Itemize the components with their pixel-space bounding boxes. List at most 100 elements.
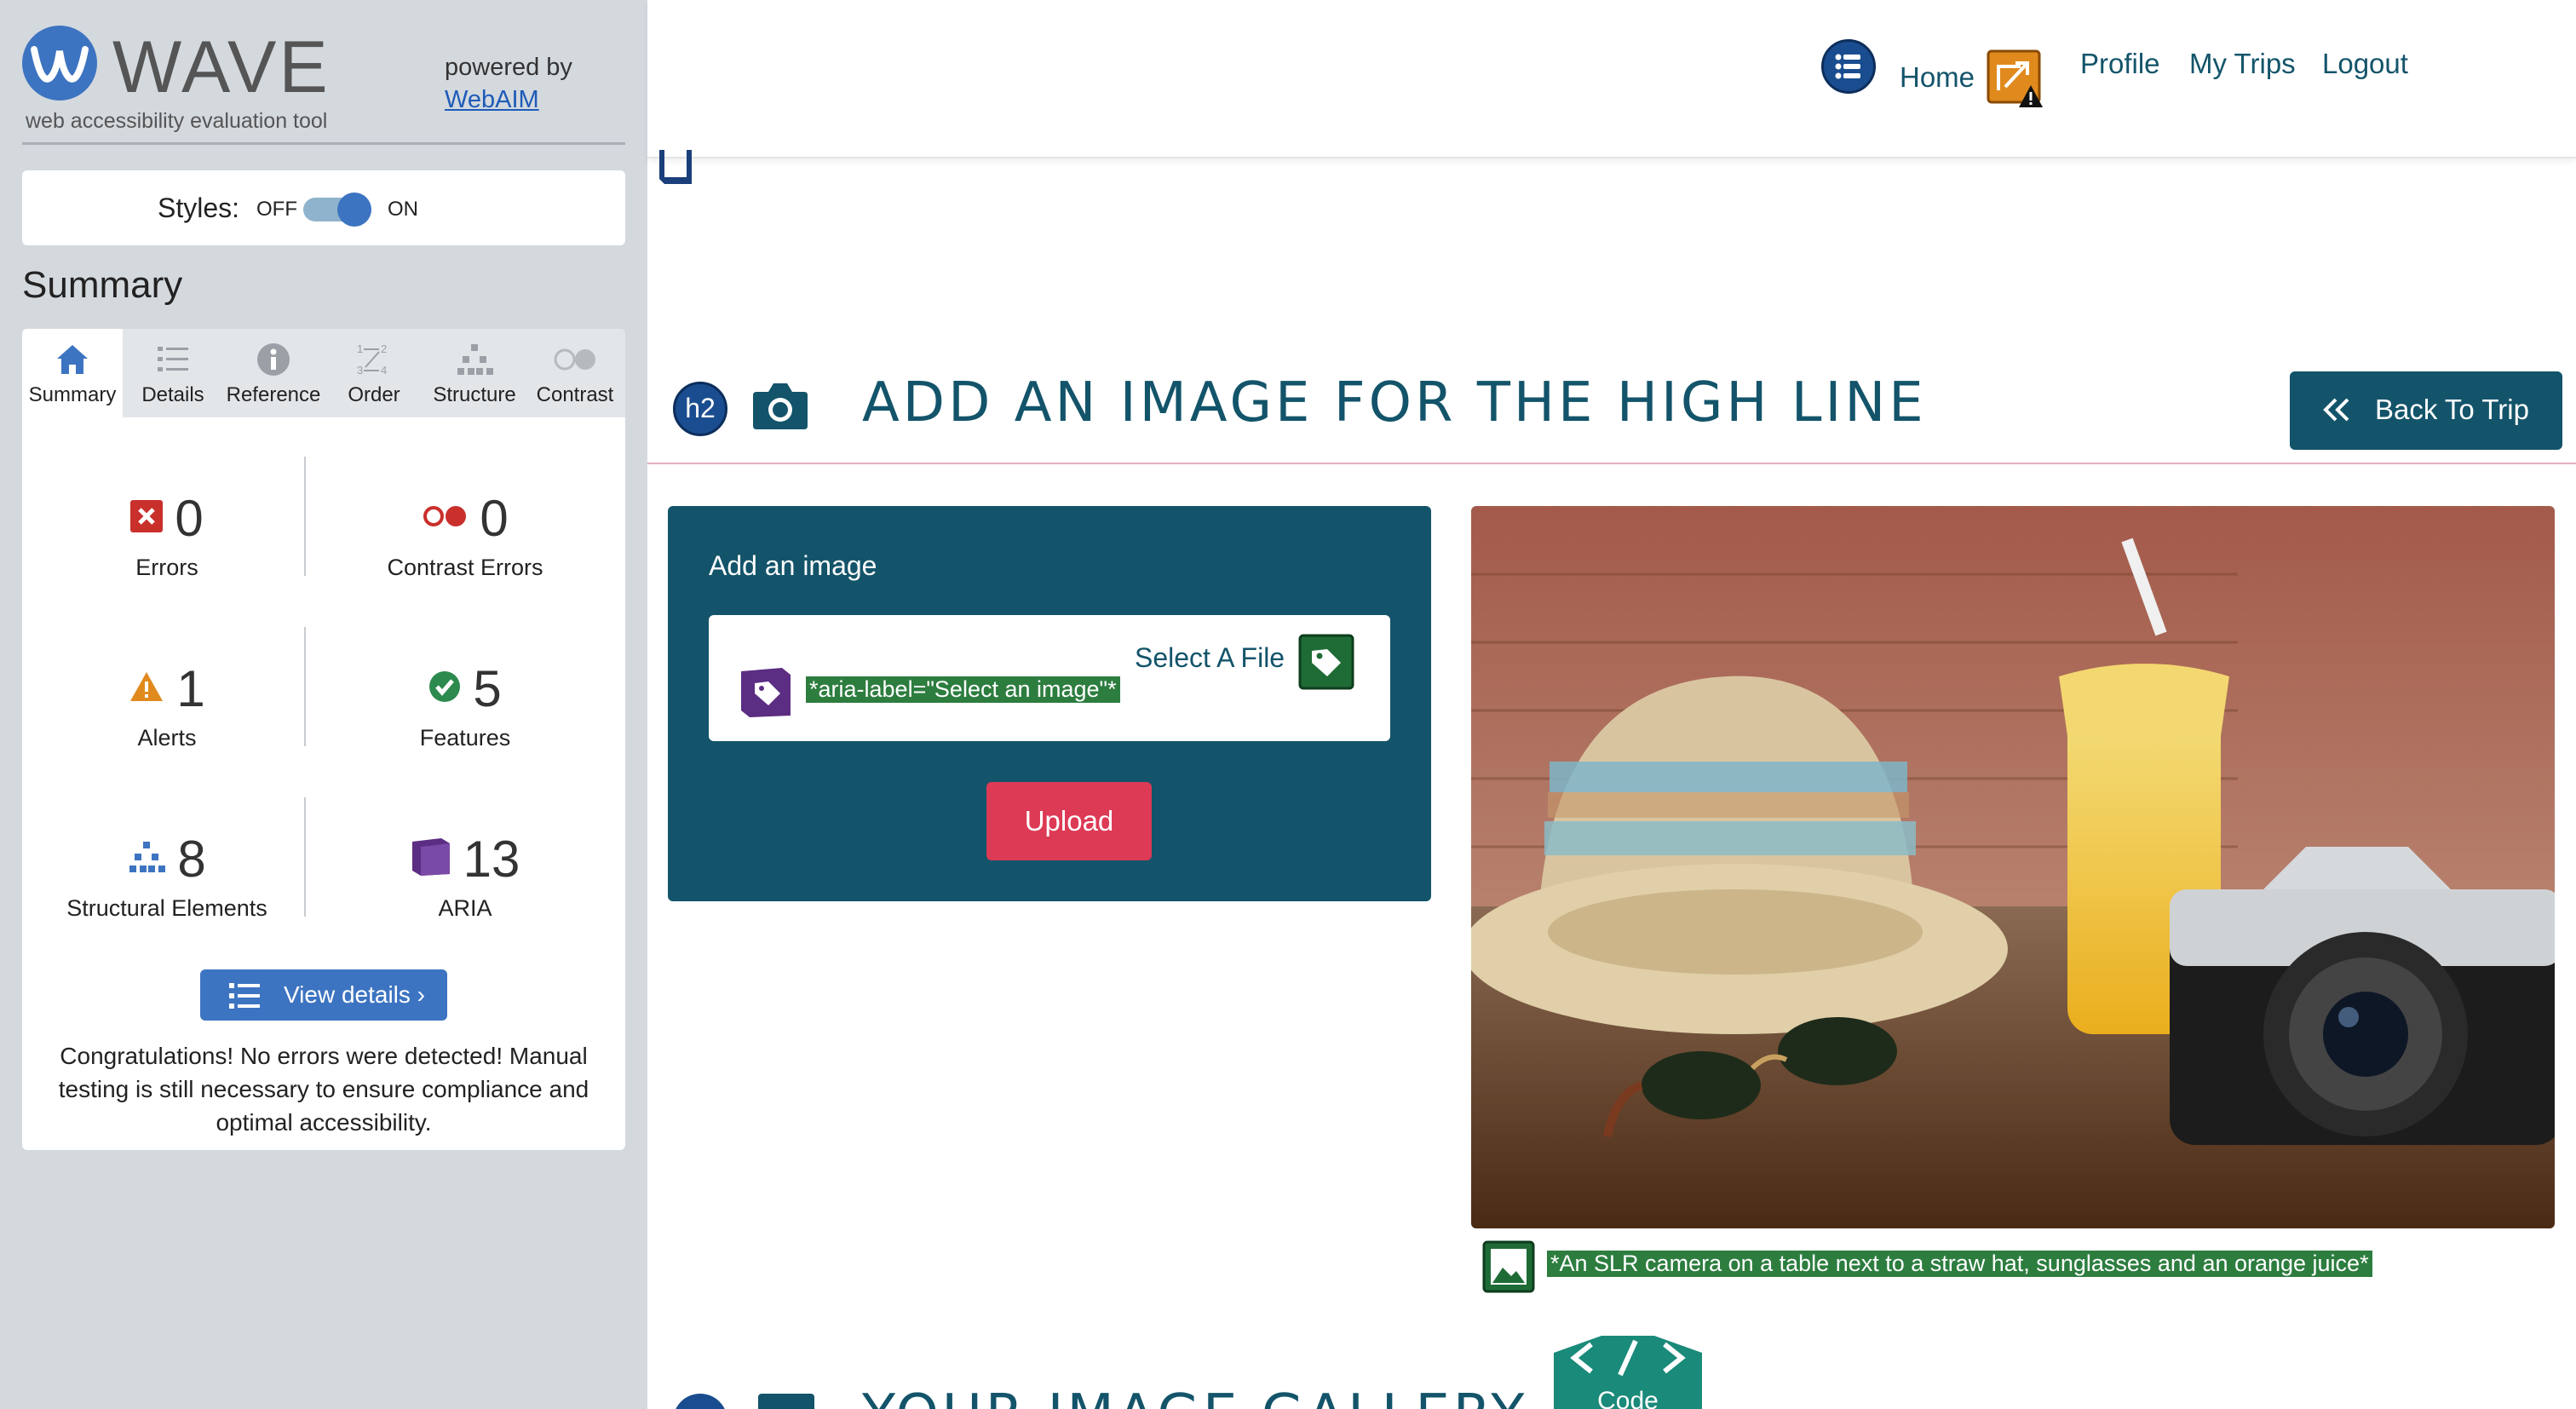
code-toggle-button[interactable]: Code xyxy=(1550,1332,1705,1409)
wave-logo-icon xyxy=(22,26,97,101)
tab-reference[interactable]: Reference xyxy=(223,329,324,417)
tab-label: Details xyxy=(141,383,204,406)
stat-features[interactable]: 5 Features xyxy=(320,659,610,751)
styles-off-label: OFF xyxy=(256,198,297,221)
aria-icon xyxy=(411,838,450,876)
features-label: Features xyxy=(419,725,511,751)
view-details-label: View details › xyxy=(284,981,426,1008)
form-heading: Add an image xyxy=(709,550,877,581)
h2-heading-badge[interactable]: h2 xyxy=(673,382,727,436)
aria-label: ARIA xyxy=(438,895,492,921)
contrast-errors-count: 0 xyxy=(480,490,509,547)
aria-icon[interactable] xyxy=(658,150,695,187)
wave-list-icon[interactable] xyxy=(1821,39,1876,94)
camera-icon xyxy=(751,380,809,435)
divider xyxy=(304,797,306,917)
alerts-label: Alerts xyxy=(137,725,197,751)
top-navigation: Home Profile My Trips Logout xyxy=(647,0,2576,158)
structure-icon xyxy=(457,344,493,375)
styles-label: Styles: xyxy=(158,193,240,223)
divider xyxy=(304,627,306,746)
stat-contrast-errors[interactable]: 0 Contrast Errors xyxy=(320,489,610,581)
order-icon: 1 2 3 4 xyxy=(357,342,387,377)
nav-logout-link[interactable]: Logout xyxy=(2322,48,2408,80)
summary-heading: Summary xyxy=(22,264,183,306)
trip-photo xyxy=(1471,506,2555,1228)
powered-by: powered by WebAIM xyxy=(445,51,572,116)
divider xyxy=(304,457,306,576)
select-file-label[interactable]: Select A File xyxy=(1135,642,1285,674)
add-image-form: Add an image *aria-label="Select an imag… xyxy=(668,506,1431,901)
tab-structure[interactable]: Structure xyxy=(424,329,525,417)
label-tag-icon xyxy=(1298,634,1354,690)
contrast-error-icon xyxy=(423,506,467,526)
aria-label-note: *aria-label="Select an image"* xyxy=(806,676,1120,703)
congrats-message: Congratulations! No errors were detected… xyxy=(58,1043,589,1136)
stat-structural[interactable]: 8 Structural Elements xyxy=(22,830,312,922)
redundant-link-alert-icon[interactable] xyxy=(1987,49,2046,111)
list-icon xyxy=(158,347,188,371)
stat-errors[interactable]: 0 Errors xyxy=(22,489,312,581)
powered-by-label: powered by xyxy=(445,54,572,81)
wave-sidebar: WAVE web accessibility evaluation tool p… xyxy=(0,0,647,1409)
list-icon xyxy=(229,983,260,1009)
alert-icon xyxy=(130,672,164,701)
svg-text:2: 2 xyxy=(381,342,387,355)
error-icon xyxy=(130,500,164,532)
website-content: Home Profile My Trips Logout h2 Add an i… xyxy=(647,0,2576,1409)
divider xyxy=(647,463,2576,464)
gallery-icon xyxy=(758,1394,814,1409)
tab-label: Structure xyxy=(433,383,516,406)
h2-heading-badge[interactable] xyxy=(673,1394,727,1409)
stat-aria[interactable]: 13 ARIA xyxy=(320,830,610,922)
wave-subtitle: web accessibility evaluation tool xyxy=(26,109,328,133)
upload-button[interactable]: Upload xyxy=(986,782,1152,860)
summary-panel: Summary Details Reference 1 2 3 4 Order Str… xyxy=(22,329,625,1150)
contrast-errors-label: Contrast Errors xyxy=(387,555,543,580)
wave-tabs: Summary Details Reference 1 2 3 4 Order Str… xyxy=(22,329,625,417)
tab-label: Contrast xyxy=(536,383,614,406)
structure-icon xyxy=(129,842,166,872)
styles-on-label: ON xyxy=(388,198,418,221)
gallery-title: Your Image Gallery xyxy=(862,1383,1527,1409)
aria-count: 13 xyxy=(463,831,520,888)
aria-label-icon xyxy=(738,664,794,721)
structural-label: Structural Elements xyxy=(66,895,267,921)
view-details-button[interactable]: View details › xyxy=(200,969,447,1021)
file-input-box[interactable]: *aria-label="Select an image"* Select A … xyxy=(709,615,1390,741)
stat-alerts[interactable]: 1 Alerts xyxy=(22,659,312,751)
svg-text:1: 1 xyxy=(357,342,363,355)
structural-count: 8 xyxy=(177,831,206,888)
nav-profile-link[interactable]: Profile xyxy=(2080,48,2160,80)
errors-label: Errors xyxy=(135,555,198,580)
nav-my-trips-link[interactable]: My Trips xyxy=(2189,48,2296,80)
divider xyxy=(22,142,625,145)
back-to-trip-button[interactable]: Back To Trip xyxy=(2290,371,2562,450)
info-icon xyxy=(257,343,290,376)
feature-icon xyxy=(429,671,461,702)
nav-home-link[interactable]: Home xyxy=(1900,61,1975,94)
back-to-trip-label: Back To Trip xyxy=(2375,394,2529,425)
tab-label: Reference xyxy=(226,383,321,406)
svg-text:3: 3 xyxy=(357,364,363,377)
home-icon xyxy=(57,345,88,374)
image-alt-note: *An SLR camera on a table next to a stra… xyxy=(1547,1251,2372,1277)
features-count: 5 xyxy=(473,660,502,717)
page-title: Add an image for The High Line xyxy=(862,371,1927,434)
contrast-icon xyxy=(554,348,595,371)
tab-contrast[interactable]: Contrast xyxy=(525,329,625,417)
tab-label: Order xyxy=(348,383,400,406)
tab-label: Summary xyxy=(28,383,117,406)
svg-text:4: 4 xyxy=(381,364,387,377)
tab-details[interactable]: Details xyxy=(123,329,223,417)
double-chevron-left-icon xyxy=(2323,398,2349,422)
tab-order[interactable]: 1 2 3 4 Order xyxy=(324,329,424,417)
tab-summary[interactable]: Summary xyxy=(22,329,123,417)
wave-title: WAVE xyxy=(112,26,331,108)
webaim-link[interactable]: WebAIM xyxy=(445,86,539,113)
alerts-count: 1 xyxy=(176,660,205,717)
image-alt-icon[interactable] xyxy=(1482,1240,1535,1293)
styles-toggle-box: Styles: OFF ON xyxy=(22,170,625,245)
code-label: Code xyxy=(1597,1387,1659,1409)
styles-toggle-knob[interactable] xyxy=(337,193,371,227)
